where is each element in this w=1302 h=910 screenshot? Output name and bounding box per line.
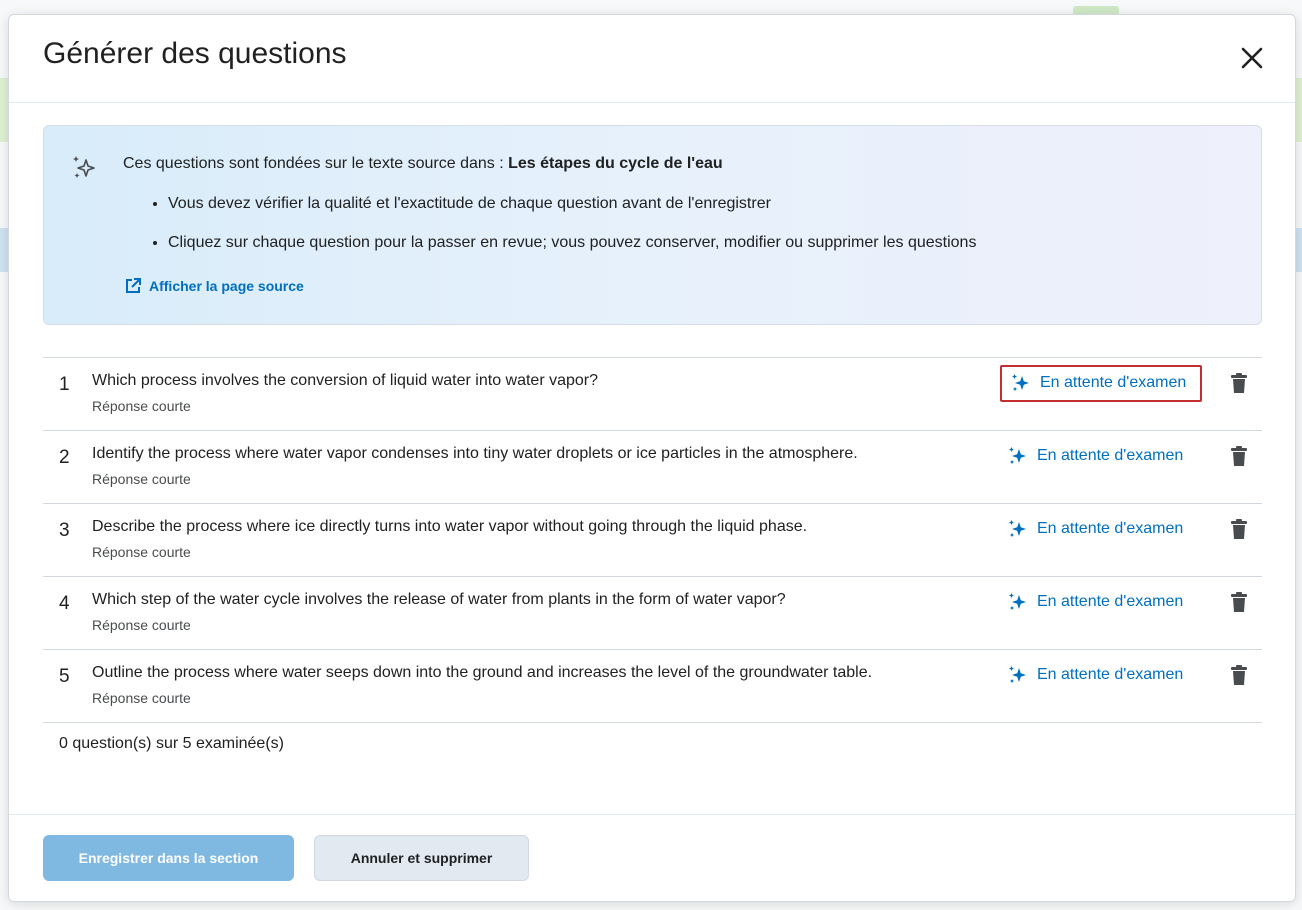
question-number: 3 — [59, 520, 70, 541]
question-text[interactable]: Identify the process where water vapor c… — [92, 445, 858, 463]
review-summary: 0 question(s) sur 5 examinée(s) — [59, 735, 284, 752]
source-name: Les étapes du cycle de l'eau — [508, 155, 723, 172]
question-row[interactable]: 2 Identify the process where water vapor… — [43, 430, 1262, 503]
question-number: 4 — [59, 593, 70, 614]
close-button[interactable] — [1237, 43, 1267, 73]
review-status-label: En attente d'examen — [1037, 593, 1184, 610]
notice-bullets: Vous devez vérifier la qualité et l'exac… — [138, 194, 976, 272]
sparkle-icon — [1009, 520, 1026, 537]
question-type: Réponse courte — [92, 398, 191, 414]
question-number: 1 — [59, 374, 70, 395]
sparkle-icon — [1009, 666, 1026, 683]
review-status-label: En attente d'examen — [1037, 447, 1184, 464]
sparkle-icon — [1009, 447, 1026, 464]
review-status-label: En attente d'examen — [1040, 374, 1187, 391]
save-to-section-button[interactable]: Enregistrer dans la section — [43, 835, 294, 881]
cancel-and-delete-button[interactable]: Annuler et supprimer — [314, 835, 529, 881]
review-status-label: En attente d'examen — [1037, 666, 1184, 683]
sparkle-outline-icon — [73, 156, 95, 178]
trash-icon[interactable] — [1230, 591, 1248, 613]
question-text[interactable]: Which process involves the conversion of… — [92, 372, 598, 390]
question-type: Réponse courte — [92, 617, 191, 633]
question-text[interactable]: Which step of the water cycle involves t… — [92, 591, 786, 609]
notice-bullet: Cliquez sur chaque question pour la pass… — [168, 233, 976, 272]
notice-intro: Ces questions sont fondées sur le texte … — [123, 155, 723, 173]
question-text[interactable]: Outline the process where water seeps do… — [92, 664, 872, 682]
review-status-button[interactable]: En attente d'examen — [1007, 445, 1183, 467]
review-status-button[interactable]: En attente d'examen — [1000, 365, 1203, 402]
question-row[interactable]: 4 Which step of the water cycle involves… — [43, 576, 1262, 649]
dialog-title: Générer des questions — [43, 37, 347, 70]
question-row[interactable]: 1 Which process involves the conversion … — [43, 357, 1262, 430]
trash-icon[interactable] — [1230, 372, 1248, 394]
source-notice: Ces questions sont fondées sur le texte … — [43, 125, 1262, 325]
view-source-label: Afficher la page source — [149, 278, 304, 294]
sparkle-icon — [1009, 593, 1026, 610]
question-number: 5 — [59, 666, 70, 687]
sparkle-icon — [1012, 374, 1029, 391]
question-type: Réponse courte — [92, 544, 191, 560]
review-status-button[interactable]: En attente d'examen — [1007, 591, 1183, 613]
dialog-footer: Enregistrer dans la section Annuler et s… — [9, 814, 1295, 902]
question-type: Réponse courte — [92, 690, 191, 706]
questions-list: 1 Which process involves the conversion … — [43, 357, 1262, 723]
trash-icon[interactable] — [1230, 664, 1248, 686]
question-text[interactable]: Describe the process where ice directly … — [92, 518, 807, 536]
question-type: Réponse courte — [92, 471, 191, 487]
notice-bullet: Vous devez vérifier la qualité et l'exac… — [168, 194, 976, 233]
question-number: 2 — [59, 447, 70, 468]
view-source-link[interactable]: Afficher la page source — [123, 276, 304, 296]
notice-intro-text: Ces questions sont fondées sur le texte … — [123, 155, 509, 172]
background-decoration — [0, 78, 8, 142]
external-link-icon — [126, 278, 141, 293]
background-decoration — [0, 228, 8, 272]
question-row[interactable]: 3 Describe the process where ice directl… — [43, 503, 1262, 576]
generate-questions-dialog: Générer des questions Ces questions sont… — [8, 14, 1296, 902]
trash-icon[interactable] — [1230, 445, 1248, 467]
question-row[interactable]: 5 Outline the process where water seeps … — [43, 649, 1262, 723]
trash-icon[interactable] — [1230, 518, 1248, 540]
close-icon — [1241, 47, 1263, 69]
review-status-label: En attente d'examen — [1037, 520, 1184, 537]
dialog-header: Générer des questions — [9, 15, 1295, 103]
review-status-button[interactable]: En attente d'examen — [1007, 518, 1183, 540]
review-status-button[interactable]: En attente d'examen — [1007, 664, 1183, 686]
